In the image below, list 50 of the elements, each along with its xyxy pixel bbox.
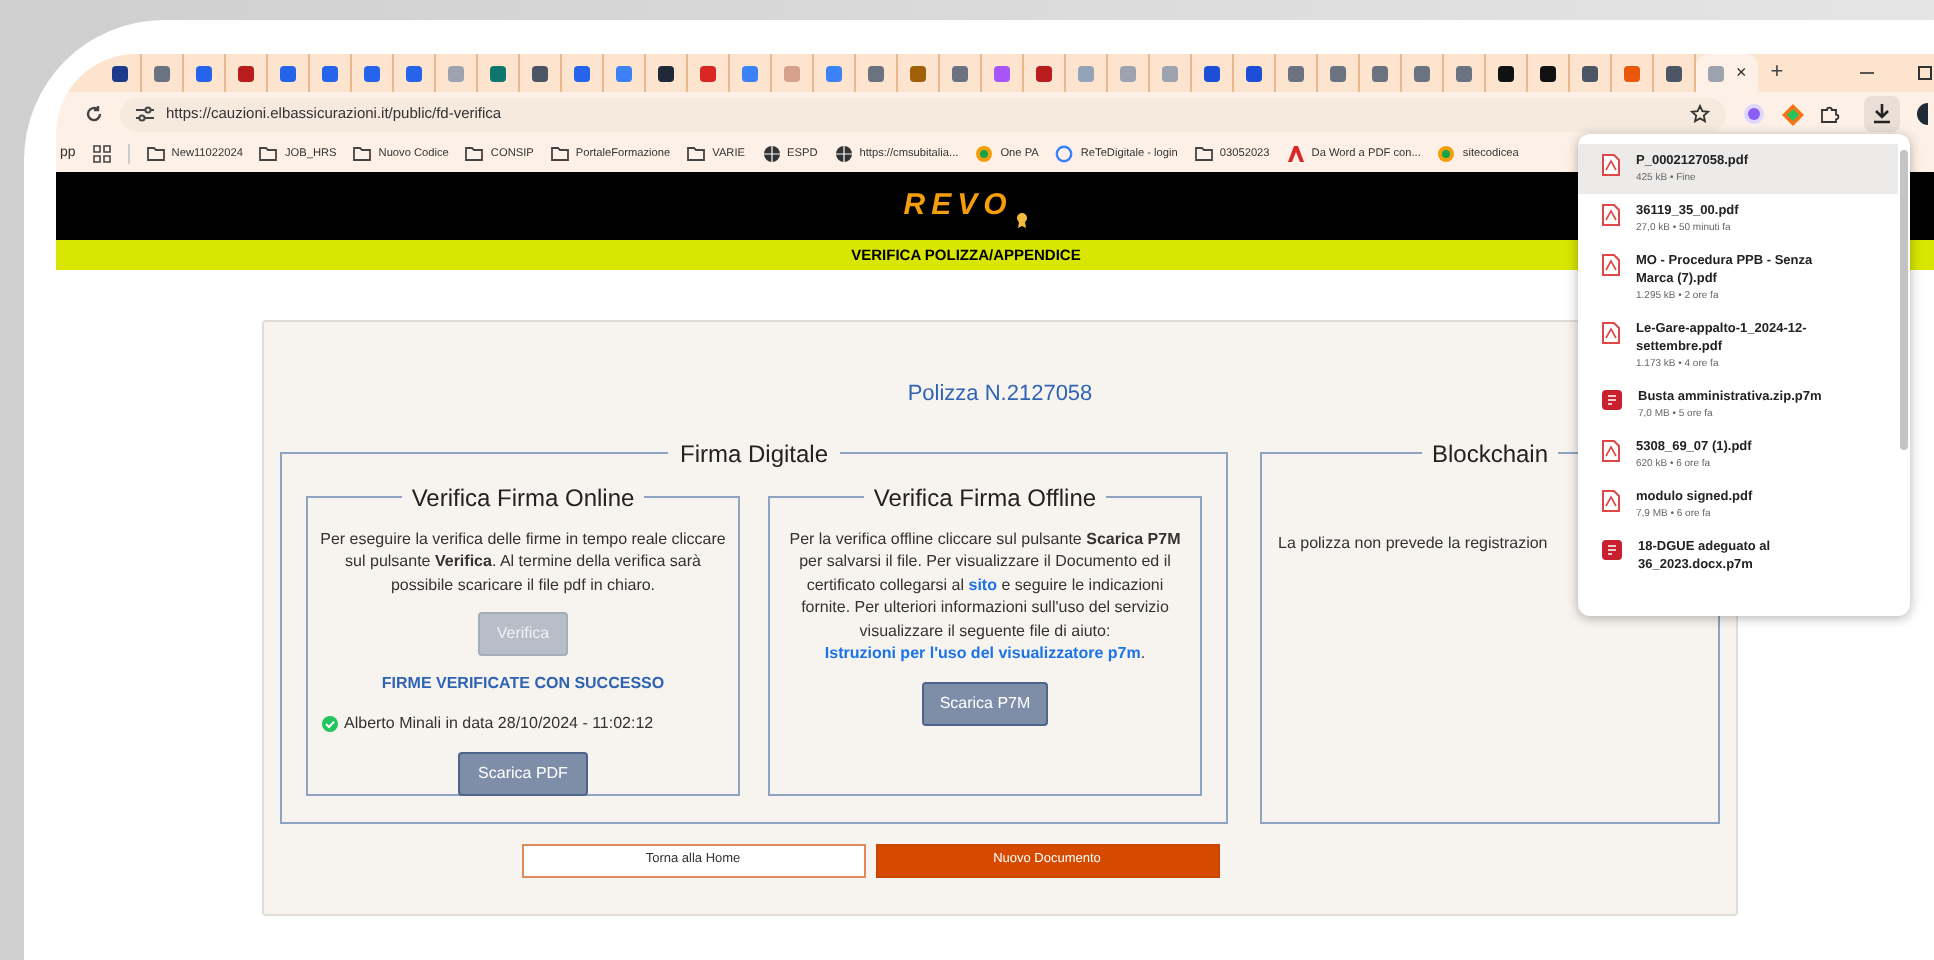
- help-link[interactable]: Istruzioni per l'uso del visualizzatore p7m: [824, 644, 1141, 662]
- site-settings-icon[interactable]: [136, 106, 154, 122]
- panel-title: Verifica Firma Offline: [871, 481, 1099, 515]
- reload-icon[interactable]: [84, 104, 104, 124]
- check-circle-icon: [322, 716, 338, 732]
- extension-icon[interactable]: [1782, 103, 1804, 125]
- new-tab-button[interactable]: +: [1770, 56, 1784, 90]
- panel-title: Verifica Firma Online: [409, 481, 637, 515]
- help-link[interactable]: sito: [968, 575, 997, 593]
- folder-icon: [549, 144, 570, 164]
- panel-title: Firma Digitale: [677, 437, 830, 471]
- maximize-icon[interactable]: [1918, 66, 1932, 80]
- ring-icon: [1054, 144, 1075, 164]
- grid-icon: [91, 144, 112, 164]
- scrollbar-thumb[interactable]: [1900, 150, 1908, 450]
- extension-icon[interactable]: [1742, 102, 1766, 126]
- folder-icon: [145, 144, 166, 164]
- logo: REVO: [903, 185, 1013, 226]
- bookmark-star-icon[interactable]: [1690, 104, 1710, 124]
- globe-icon: [761, 144, 782, 164]
- policy-number: Polizza N.2127058: [907, 380, 1093, 410]
- blockchain-text: La polizza non prevede la registrazion: [1278, 531, 1548, 555]
- file-icon: [1602, 540, 1622, 560]
- folder-icon: [258, 144, 279, 164]
- instruction-text: Per la verifica offline cliccare sul pulsante Scarica P7M per salvarsi il file. Per visualizzare il Documento ed il certificato collegarsi al sito e seguire le indicazioni fornite. Per ulteriori informazioni sull'uso del servizio visualizzare il seguente file di aiuto: Istruzioni per l'uso del visualizzatore p7m.: [787, 527, 1183, 665]
- site-icon: [1436, 144, 1457, 164]
- folder-icon: [464, 144, 485, 164]
- medal-icon: [1016, 212, 1029, 228]
- puzzle-icon[interactable]: [1820, 104, 1840, 124]
- download-icon[interactable]: [1864, 96, 1900, 132]
- close-tab-button[interactable]: ×: [1736, 59, 1747, 87]
- pdf-icon: [1602, 322, 1620, 344]
- browser-tab[interactable]: ×: [1696, 54, 1759, 92]
- site-icon: [974, 144, 995, 164]
- profile-icon[interactable]: [1916, 102, 1928, 126]
- success-message: FIRME VERIFICATE CON SUCCESSO: [381, 672, 665, 696]
- pdf-icon: [1602, 154, 1620, 176]
- file-icon: [1602, 390, 1622, 410]
- signer-text: Alberto Minali in data 28/10/2024 - 11:02:12: [344, 712, 654, 736]
- globe-icon: [833, 144, 854, 164]
- folder-icon: [1193, 144, 1214, 164]
- folder-icon: [352, 144, 373, 164]
- panel-title: Blockchain: [1429, 437, 1551, 471]
- pdf-icon: [1602, 254, 1620, 276]
- instruction-text: Per eseguire la verifica delle firme in tempo reale cliccare sul pulsante Verifica. Al termine della verifica sarà possibile scaricare il file pdf in chiaro.: [320, 527, 726, 596]
- pdf-icon: [1602, 490, 1620, 512]
- pdf-icon: [1285, 144, 1306, 164]
- folder-icon: [686, 144, 707, 164]
- pdf-icon: [1602, 204, 1620, 226]
- pdf-icon: [1602, 440, 1620, 462]
